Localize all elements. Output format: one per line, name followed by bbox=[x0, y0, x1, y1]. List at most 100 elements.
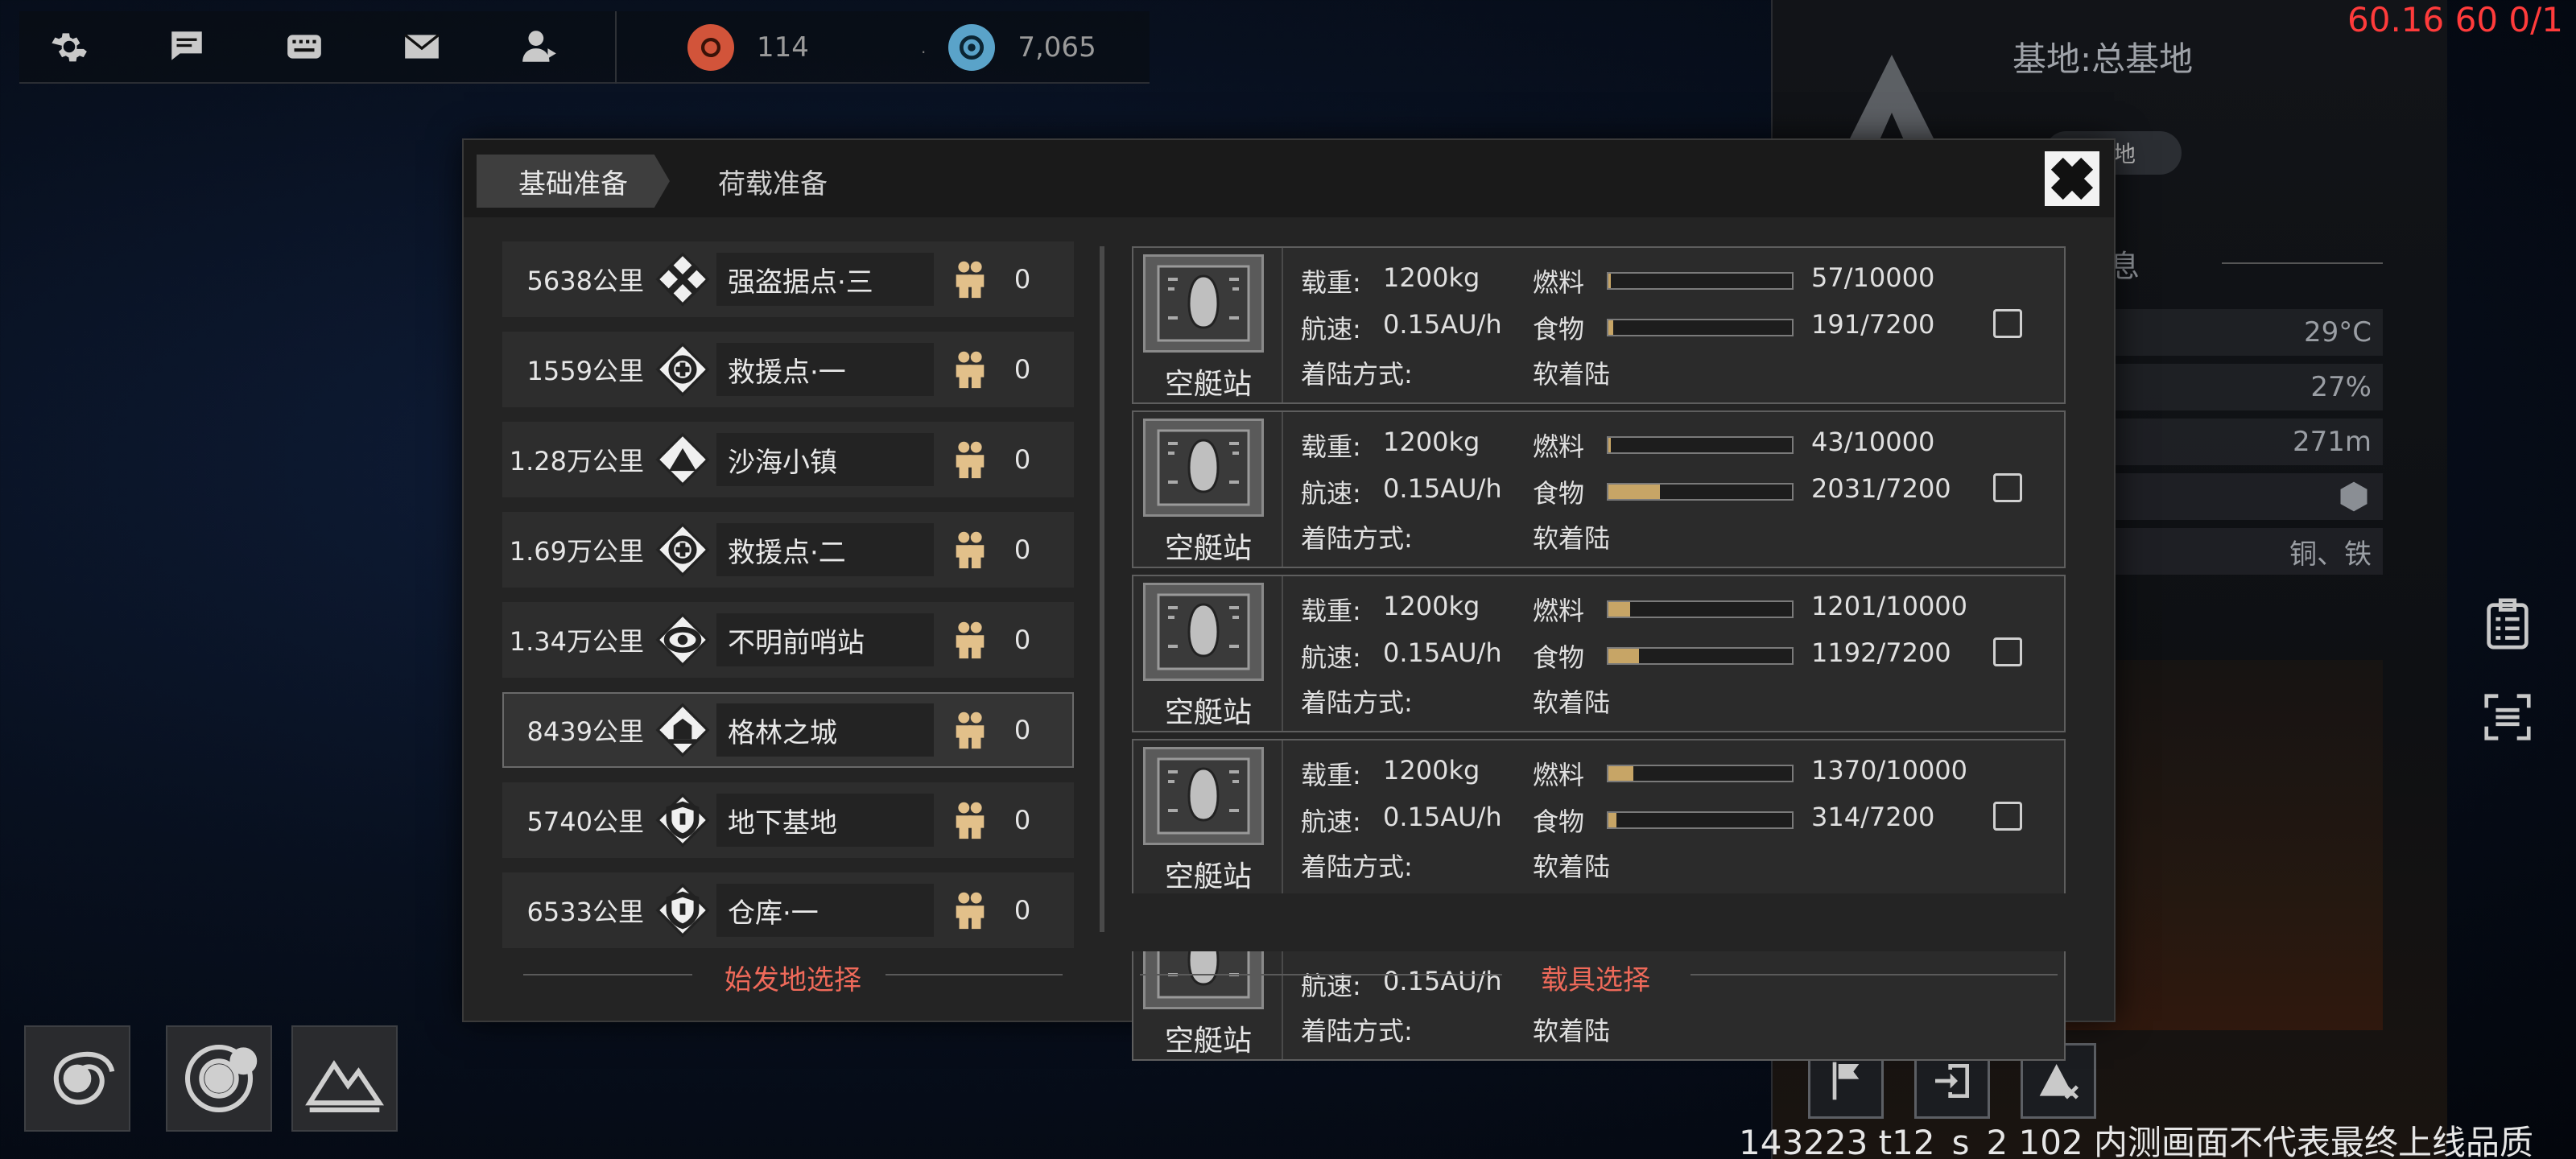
galaxy-button[interactable] bbox=[24, 1025, 130, 1132]
food-bar bbox=[1607, 483, 1794, 501]
chat-icon[interactable] bbox=[161, 21, 213, 72]
tab-load-prep[interactable]: 荷载准备 bbox=[692, 155, 853, 208]
location-row[interactable]: 5740公里 地下基地 0 bbox=[502, 782, 1074, 858]
orbit-button[interactable] bbox=[166, 1025, 272, 1132]
fuel-bar-fill bbox=[1608, 766, 1634, 781]
fuel-value: 1370/10000 bbox=[1811, 755, 1968, 786]
vehicle-checkbox[interactable] bbox=[1993, 473, 2022, 502]
location-name: 救援点·二 bbox=[716, 523, 934, 576]
speed-label: 航速: bbox=[1301, 478, 1361, 509]
hex-icon bbox=[2340, 481, 2368, 512]
fuel-bar bbox=[1607, 600, 1794, 618]
mail-icon[interactable] bbox=[396, 21, 448, 72]
people-icon bbox=[942, 620, 998, 660]
tab-basic-prep[interactable]: 基础准备 bbox=[477, 155, 670, 208]
resource-red: 114 bbox=[687, 23, 809, 72]
location-row[interactable]: 8439公里 格林之城 0 bbox=[502, 692, 1074, 768]
location-distance: 6533公里 bbox=[526, 897, 644, 927]
vehicle-station: 空艇站 bbox=[1164, 696, 1252, 729]
location-people-count: 0 bbox=[1013, 444, 1031, 475]
location-row[interactable]: 1559公里 救援点·一 0 bbox=[502, 332, 1074, 407]
profile-icon[interactable] bbox=[514, 21, 565, 72]
vehicle-card[interactable]: 空艇站 载重: 1200kg 航速: 0.15AU/h 着陆方式: 软着陆 燃料 57/1000… bbox=[1132, 246, 2066, 404]
vehicle-checkbox[interactable] bbox=[1993, 309, 2022, 338]
location-name: 地下基地 bbox=[716, 794, 934, 847]
landing-label: 着陆方式: bbox=[1301, 359, 1413, 390]
speed-label: 航速: bbox=[1301, 806, 1361, 837]
fuel-value: 57/10000 bbox=[1811, 262, 1935, 293]
build-watermark: 143223 t12_s_2 102 内测画面不代表最终上线品质 bbox=[1739, 1123, 2534, 1159]
fuel-label: 燃料 bbox=[1533, 596, 1585, 626]
location-people-count: 0 bbox=[1013, 534, 1031, 565]
people-icon bbox=[942, 710, 998, 750]
food-bar-fill bbox=[1608, 649, 1639, 663]
location-name: 不明前哨站 bbox=[716, 613, 934, 666]
food-bar bbox=[1607, 319, 1794, 336]
divider bbox=[615, 11, 617, 84]
shield-icon bbox=[649, 883, 716, 938]
gear-icon[interactable] bbox=[43, 21, 95, 72]
speed-value: 0.15AU/h bbox=[1383, 473, 1502, 504]
people-icon bbox=[942, 259, 998, 299]
airship-icon bbox=[1143, 747, 1264, 845]
location-row[interactable]: 1.28万公里 沙海小镇 0 bbox=[502, 422, 1074, 497]
eye-icon bbox=[649, 612, 716, 667]
red-token-icon bbox=[687, 24, 734, 71]
vehicle-station: 空艇站 bbox=[1164, 860, 1252, 893]
vehicle-line-right bbox=[1690, 974, 2058, 975]
speed-label: 航速: bbox=[1301, 314, 1361, 344]
food-label: 食物 bbox=[1533, 806, 1585, 837]
list-divider bbox=[1100, 246, 1104, 932]
exit-icon bbox=[1935, 1064, 1969, 1098]
food-bar bbox=[1607, 647, 1794, 665]
people-icon bbox=[942, 349, 998, 390]
location-row[interactable]: 1.34万公里 不明前哨站 0 bbox=[502, 602, 1074, 678]
speed-value: 0.15AU/h bbox=[1383, 637, 1502, 668]
location-row[interactable]: 6533公里 仓库·一 0 bbox=[502, 872, 1074, 948]
origin-line-right bbox=[886, 974, 1063, 975]
fuel-bar bbox=[1607, 436, 1794, 454]
vehicle-station-panel: 空艇站 bbox=[1133, 412, 1283, 567]
vehicle-station-panel: 空艇站 bbox=[1133, 248, 1283, 402]
food-value: 1192/7200 bbox=[1811, 637, 1951, 668]
load-label: 载重: bbox=[1301, 760, 1361, 790]
location-distance: 5740公里 bbox=[526, 806, 644, 837]
food-value: 191/7200 bbox=[1811, 309, 1935, 340]
location-people-count: 0 bbox=[1013, 805, 1031, 835]
food-label: 食物 bbox=[1533, 478, 1585, 509]
vehicle-list-footer-mask bbox=[1132, 893, 2066, 951]
city-icon bbox=[649, 703, 716, 757]
close-icon bbox=[2050, 157, 2094, 200]
location-people-count: 0 bbox=[1013, 715, 1031, 745]
speed-value: 0.15AU/h bbox=[1383, 802, 1502, 832]
load-value: 1200kg bbox=[1383, 755, 1480, 786]
location-distance: 1559公里 bbox=[526, 356, 644, 386]
flag-icon bbox=[1832, 1062, 1860, 1100]
airship-icon bbox=[1143, 583, 1264, 681]
food-bar-fill bbox=[1608, 320, 1614, 335]
vehicle-card[interactable]: 空艇站 载重: 1200kg 航速: 0.15AU/h 着陆方式: 软着陆 燃料 1370/10… bbox=[1132, 739, 2066, 897]
terrain-button[interactable] bbox=[291, 1025, 398, 1132]
location-name: 救援点·一 bbox=[716, 343, 934, 396]
load-value: 1200kg bbox=[1383, 427, 1480, 457]
speed-value: 0.15AU/h bbox=[1383, 309, 1502, 340]
fuel-value: 1201/10000 bbox=[1811, 591, 1968, 621]
vehicle-checkbox[interactable] bbox=[1993, 802, 2022, 831]
vehicle-card[interactable]: 空艇站 载重: 1200kg 航速: 0.15AU/h 着陆方式: 软着陆 燃料 43/1000… bbox=[1132, 410, 2066, 568]
location-row[interactable]: 5638公里 强盗据点·三 0 bbox=[502, 241, 1074, 317]
close-button[interactable] bbox=[2041, 148, 2103, 209]
fuel-bar bbox=[1607, 765, 1794, 782]
keyboard-icon[interactable] bbox=[279, 21, 330, 72]
vehicle-select-label: 载具选择 bbox=[1541, 964, 1650, 996]
scan-icon[interactable] bbox=[2479, 689, 2536, 745]
food-value: 2031/7200 bbox=[1811, 473, 1951, 504]
vehicle-card[interactable]: 空艇站 载重: 1200kg 航速: 0.15AU/h 着陆方式: 软着陆 燃料 1201/10… bbox=[1132, 575, 2066, 732]
vehicle-checkbox[interactable] bbox=[1993, 637, 2022, 666]
fuel-label: 燃料 bbox=[1533, 760, 1585, 790]
load-label: 载重: bbox=[1301, 431, 1361, 462]
vehicle-line-left bbox=[1140, 974, 1502, 975]
landing-label: 着陆方式: bbox=[1301, 1016, 1413, 1046]
clipboard-icon[interactable] bbox=[2479, 596, 2536, 652]
landing-label: 着陆方式: bbox=[1301, 687, 1413, 718]
location-row[interactable]: 1.69万公里 救援点·二 0 bbox=[502, 512, 1074, 588]
